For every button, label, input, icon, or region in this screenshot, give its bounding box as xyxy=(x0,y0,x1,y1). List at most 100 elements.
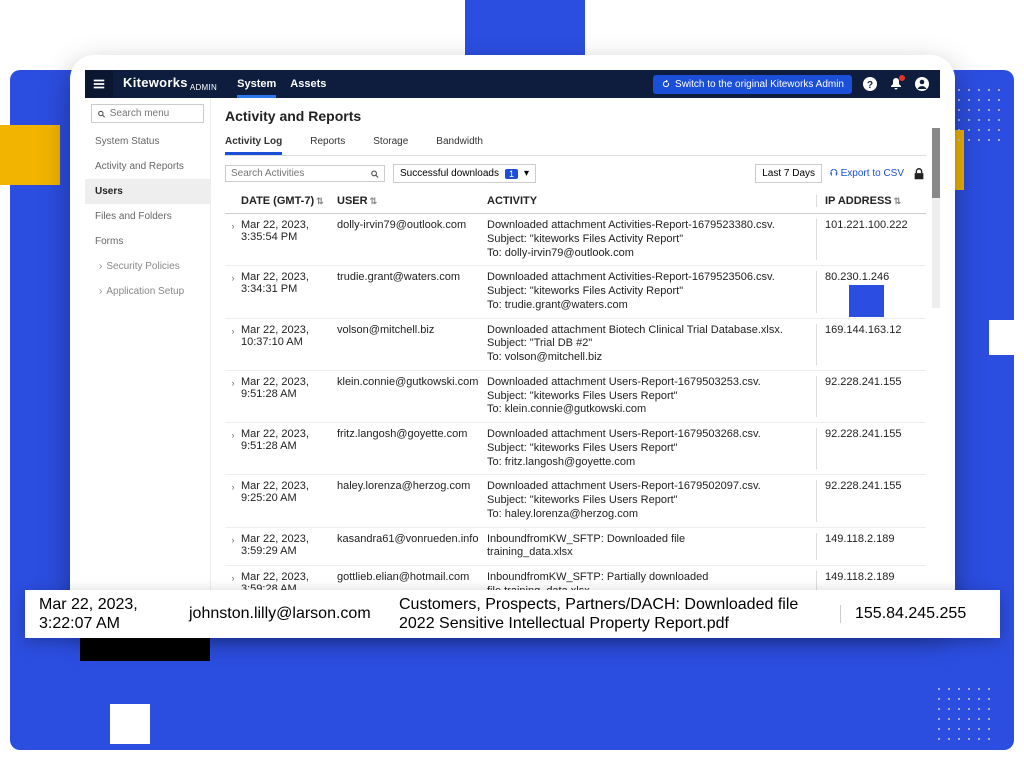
cell-user: haley.lorenza@herzog.com xyxy=(337,480,487,521)
switch-admin-button[interactable]: Switch to the original Kiteworks Admin xyxy=(653,75,852,94)
cell-activity: Downloaded attachment Activities-Report-… xyxy=(487,219,816,260)
cell-activity: Downloaded attachment Activities-Report-… xyxy=(487,271,816,312)
cell-user: volson@mitchell.biz xyxy=(337,324,487,365)
app-screen: KiteworksADMIN System Assets Switch to t… xyxy=(85,70,940,610)
page-title: Activity and Reports xyxy=(225,108,926,124)
hamburger-menu-button[interactable] xyxy=(85,70,113,98)
top-bar: KiteworksADMIN System Assets Switch to t… xyxy=(85,70,940,98)
cell-ip: 92.228.241.155 xyxy=(816,428,926,469)
cell-user: klein.connie@gutkowski.com xyxy=(337,376,487,417)
scrollbar[interactable] xyxy=(932,128,940,308)
cell-ip: 101.221.100.222 xyxy=(816,219,926,260)
cell-date: Mar 22, 2023, 9:51:28 AM xyxy=(241,376,337,417)
cell-ip: 169.144.163.12 xyxy=(816,324,926,365)
expand-row-icon[interactable]: › xyxy=(225,376,241,417)
sort-icon: ⇅ xyxy=(894,196,902,206)
activity-search-input[interactable] xyxy=(231,168,370,179)
sidebar-item-application-setup[interactable]: Application Setup xyxy=(85,279,210,304)
sidebar-item-forms[interactable]: Forms xyxy=(85,229,210,254)
export-csv-link[interactable]: ⮉ Export to CSV xyxy=(830,168,904,179)
upload-icon: ⮉ xyxy=(830,168,838,179)
cell-ip: 149.118.2.189 xyxy=(816,533,926,561)
sidebar-search[interactable] xyxy=(91,104,204,123)
cell-user: dolly-irvin79@outlook.com xyxy=(337,219,487,260)
search-icon xyxy=(370,169,379,179)
svg-text:?: ? xyxy=(867,80,873,91)
redaction-bar xyxy=(80,636,210,661)
cell-ip: 92.228.241.155 xyxy=(816,480,926,521)
cell-activity: Downloaded attachment Users-Report-16795… xyxy=(487,428,816,469)
top-nav: System Assets xyxy=(237,71,326,98)
expand-row-icon[interactable]: › xyxy=(225,271,241,312)
sort-icon: ⇅ xyxy=(316,196,324,206)
notifications-icon[interactable] xyxy=(888,76,904,92)
table-row[interactable]: ›Mar 22, 2023, 10:37:10 AMvolson@mitchel… xyxy=(225,319,926,371)
table-row[interactable]: ›Mar 22, 2023, 9:51:28 AMfritz.langosh@g… xyxy=(225,423,926,475)
expand-row-icon[interactable]: › xyxy=(225,533,241,561)
highlight-activity: Customers, Prospects, Partners/DACH: Dow… xyxy=(385,595,840,633)
col-header-ip[interactable]: IP ADDRESS⇅ xyxy=(816,195,926,207)
brand-logo: KiteworksADMIN xyxy=(113,75,227,93)
sidebar-item-activity-reports[interactable]: Activity and Reports xyxy=(85,154,210,179)
sidebar-item-system-status[interactable]: System Status xyxy=(85,129,210,154)
highlighted-row-overlay: Mar 22, 2023, 3:22:07 AM johnston.lilly@… xyxy=(25,590,1000,638)
cell-date: Mar 22, 2023, 9:51:28 AM xyxy=(241,428,337,469)
expand-row-icon[interactable]: › xyxy=(225,480,241,521)
sidebar-search-input[interactable] xyxy=(110,108,198,119)
col-header-user[interactable]: USER⇅ xyxy=(337,195,487,207)
cell-user: fritz.langosh@goyette.com xyxy=(337,428,487,469)
table-row[interactable]: ›Mar 22, 2023, 9:51:28 AMklein.connie@gu… xyxy=(225,371,926,423)
table-row[interactable]: ›Mar 22, 2023, 3:59:29 AMkasandra61@vonr… xyxy=(225,528,926,567)
cell-activity: Downloaded attachment Users-Report-16795… xyxy=(487,480,816,521)
topnav-assets[interactable]: Assets xyxy=(290,71,326,98)
tab-storage[interactable]: Storage xyxy=(373,132,408,155)
cell-date: Mar 22, 2023, 3:59:29 AM xyxy=(241,533,337,561)
cell-activity: Downloaded attachment Users-Report-16795… xyxy=(487,376,816,417)
help-icon[interactable]: ? xyxy=(862,76,878,92)
cell-user: kasandra61@vonrueden.info xyxy=(337,533,487,561)
highlight-ip: 155.84.245.255 xyxy=(840,605,1000,623)
activity-search[interactable] xyxy=(225,165,385,182)
table-row[interactable]: ›Mar 22, 2023, 3:35:54 PMdolly-irvin79@o… xyxy=(225,214,926,266)
table-row[interactable]: ›Mar 22, 2023, 3:34:31 PMtrudie.grant@wa… xyxy=(225,266,926,318)
tablet-frame: KiteworksADMIN System Assets Switch to t… xyxy=(70,55,955,625)
activity-table: DATE (GMT-7)⇅ USER⇅ ACTIVITY IP ADDRESS⇅… xyxy=(225,189,926,605)
filter-row: Successful downloads 1 ▾ Last 7 Days ⮉ E… xyxy=(225,164,926,183)
table-row[interactable]: ›Mar 22, 2023, 9:25:20 AMhaley.lorenza@h… xyxy=(225,475,926,527)
expand-row-icon[interactable]: › xyxy=(225,219,241,260)
chevron-down-icon: ▾ xyxy=(524,168,529,179)
col-header-date[interactable]: DATE (GMT-7)⇅ xyxy=(241,195,337,207)
activity-type-dropdown[interactable]: Successful downloads 1 ▾ xyxy=(393,164,536,183)
notification-dot-icon xyxy=(899,75,905,81)
account-icon[interactable] xyxy=(914,76,930,92)
filter-count-badge: 1 xyxy=(505,169,518,179)
sidebar-item-files-folders[interactable]: Files and Folders xyxy=(85,204,210,229)
tab-bandwidth[interactable]: Bandwidth xyxy=(436,132,483,155)
search-icon xyxy=(97,109,106,119)
expand-row-icon[interactable]: › xyxy=(225,324,241,365)
cell-date: Mar 22, 2023, 3:34:31 PM xyxy=(241,271,337,312)
lock-icon[interactable] xyxy=(912,167,926,181)
expand-row-icon[interactable]: › xyxy=(225,428,241,469)
main-content: Activity and Reports Activity Log Report… xyxy=(211,98,940,610)
sidebar-item-security-policies[interactable]: Security Policies xyxy=(85,254,210,279)
tab-reports[interactable]: Reports xyxy=(310,132,345,155)
highlight-date: Mar 22, 2023, 3:22:07 AM xyxy=(25,595,175,633)
table-header: DATE (GMT-7)⇅ USER⇅ ACTIVITY IP ADDRESS⇅ xyxy=(225,189,926,214)
date-range-dropdown[interactable]: Last 7 Days xyxy=(755,164,822,183)
col-header-activity[interactable]: ACTIVITY xyxy=(487,195,816,207)
cell-date: Mar 22, 2023, 9:25:20 AM xyxy=(241,480,337,521)
highlight-user: johnston.lilly@larson.com xyxy=(175,605,385,623)
cell-date: Mar 22, 2023, 3:35:54 PM xyxy=(241,219,337,260)
scrollbar-thumb[interactable] xyxy=(932,128,940,198)
tab-activity-log[interactable]: Activity Log xyxy=(225,132,282,155)
content-tabs: Activity Log Reports Storage Bandwidth xyxy=(225,132,926,156)
cell-date: Mar 22, 2023, 10:37:10 AM xyxy=(241,324,337,365)
cell-user: trudie.grant@waters.com xyxy=(337,271,487,312)
topnav-system[interactable]: System xyxy=(237,71,276,98)
cell-activity: Downloaded attachment Biotech Clinical T… xyxy=(487,324,816,365)
cell-ip: 92.228.241.155 xyxy=(816,376,926,417)
sidebar-item-users[interactable]: Users xyxy=(85,179,210,204)
sort-icon: ⇅ xyxy=(370,196,378,206)
cell-activity: InboundfromKW_SFTP: Downloaded filetrain… xyxy=(487,533,816,561)
